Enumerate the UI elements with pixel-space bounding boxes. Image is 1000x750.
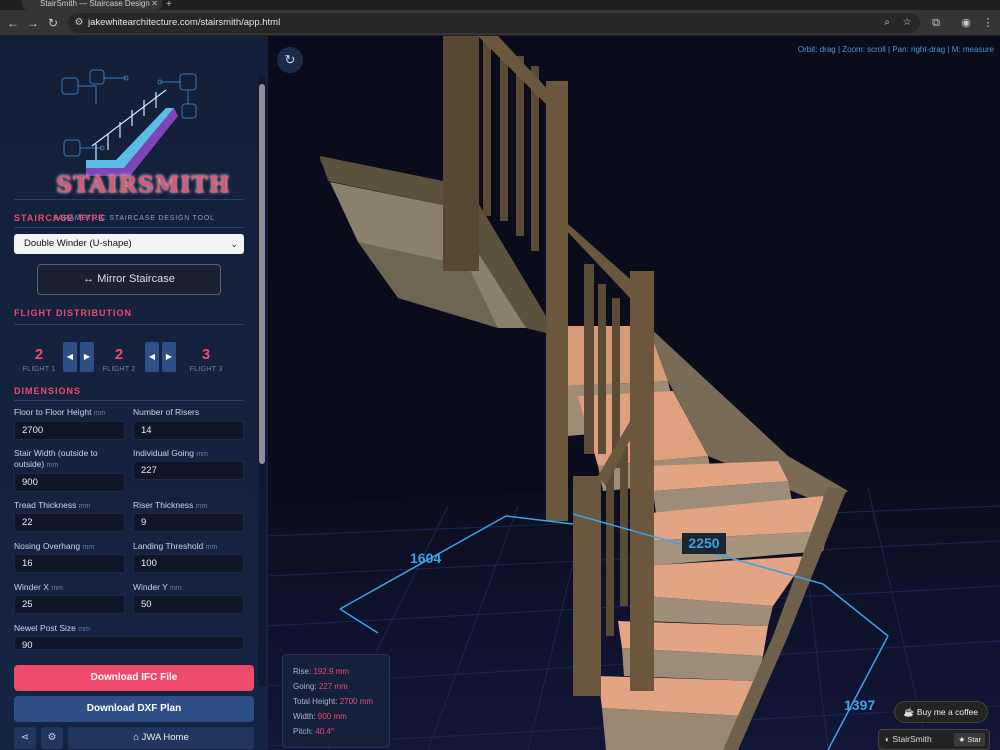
floor-to-floor-height-input[interactable]: 2700 [14, 421, 125, 440]
flight-2-count: 2 [114, 346, 124, 363]
newel-post-size-input[interactable]: 90 [14, 636, 244, 651]
profile-icon[interactable]: ◉ [958, 15, 974, 31]
field-label: Floor to Floor Height mm [14, 407, 106, 417]
controls-hint: Orbit: drag | Zoom: scroll | Pan: right-… [797, 45, 994, 54]
info-total-height: Total Height: 2700 mm [293, 697, 374, 706]
browser-toolbar: ← → ↻ ⚙ jakewhitearchitecture.com/stairs… [0, 10, 1000, 36]
divider [14, 227, 244, 228]
chevron-down-icon: ⌄ [230, 239, 238, 249]
extensions-icon[interactable]: ⧉ [928, 15, 944, 31]
github-button[interactable]: ◐ StairSmith ★ Star [878, 729, 990, 750]
field-label: Tread Thickness mm [14, 500, 91, 510]
info-going: Going: 227 mm [293, 682, 348, 691]
winder-x-input[interactable]: 25 [14, 595, 125, 614]
divider [14, 400, 244, 401]
jwa-home-button[interactable]: ⌂ JWA Home [68, 727, 254, 749]
url-text: jakewhitearchitecture.com/stairsmith/app… [88, 17, 281, 28]
flight-left-arrow-button[interactable]: ◀ [145, 342, 159, 372]
field-label: Newel Post Size mm [14, 623, 90, 633]
info-rise: Rise: 192.9 mm [293, 667, 350, 676]
number-of-risers-input[interactable]: 14 [133, 421, 244, 440]
info-width: Width: 900 mm [293, 712, 347, 721]
winder-y-input[interactable]: 50 [133, 595, 244, 614]
flight-3-count: 3 [201, 346, 211, 363]
stair-info-panel: Rise: 192.9 mm Going: 227 mm Total Heigh… [282, 654, 390, 748]
field-label: Landing Threshold mm [133, 541, 218, 551]
flight-right-arrow-button[interactable]: ▶ [80, 342, 94, 372]
reload-icon[interactable]: ↻ [45, 15, 61, 31]
staircase-3d-render [268, 36, 1000, 750]
forward-icon[interactable]: → [25, 15, 41, 31]
mirror-staircase-button[interactable]: ↔ Mirror Staircase [37, 264, 221, 295]
browser-tab[interactable]: StairSmith — Staircase Design ✕ [22, 0, 162, 10]
back-icon[interactable]: ← [5, 15, 21, 31]
sidebar: STAIRSMITH PARAMETRIC STAIRCASE DESIGN T… [0, 36, 268, 750]
field-label: Winder Y mm [133, 582, 182, 592]
stair-width-input[interactable]: 900 [14, 473, 125, 492]
section-title-flight-distribution: FLIGHT DISTRIBUTION [14, 308, 132, 318]
field-label: Number of Risers [133, 407, 200, 417]
section-title-dimensions: DIMENSIONS [14, 386, 82, 396]
menu-icon[interactable]: ⋮ [980, 15, 996, 31]
tab-title: StairSmith — Staircase Design [40, 0, 150, 8]
download-ifc-button[interactable]: Download IFC File [14, 665, 254, 691]
tread-thickness-input[interactable]: 22 [14, 513, 125, 532]
nosing-overhang-input[interactable]: 16 [14, 554, 125, 573]
info-pitch: Pitch: 40.4° [293, 727, 335, 736]
sidebar-scrollbar[interactable] [258, 76, 266, 686]
download-dxf-button[interactable]: Download DXF Plan [14, 696, 254, 722]
share-icon[interactable]: ⋖ [14, 727, 36, 749]
browser-tab-strip: StairSmith — Staircase Design ✕ + [0, 0, 1000, 10]
staircase-type-select[interactable]: Double Winder (U-shape) ⌄ [14, 234, 244, 254]
github-star-button[interactable]: ★ Star [954, 733, 985, 746]
dimension-label-right: 1397 [844, 697, 876, 713]
buy-me-a-coffee-button[interactable]: ☕ Buy me a coffee [894, 701, 988, 723]
settings-icon[interactable]: ⚙ [41, 727, 63, 749]
logo-wordmark: STAIRSMITH [56, 172, 231, 198]
flight-right-arrow-button[interactable]: ▶ [162, 342, 176, 372]
flight-2-label: FLIGHT 2 [102, 364, 136, 373]
github-icon: ◐ [885, 734, 891, 744]
field-label: Nosing Overhang mm [14, 541, 95, 551]
divider [14, 199, 244, 200]
riser-thickness-input[interactable]: 9 [133, 513, 244, 532]
individual-going-input[interactable]: 227 [133, 461, 244, 480]
field-label: Winder X mm [14, 582, 64, 592]
dimension-label-left: 1604 [410, 550, 442, 566]
field-label: Riser Thickness mm [133, 500, 208, 510]
field-label: Individual Going mm [133, 448, 209, 458]
3d-viewport[interactable]: ↻ Orbit: drag | Zoom: scroll | Pan: righ… [268, 36, 1000, 750]
scroll-thumb[interactable] [259, 84, 265, 464]
bookmark-star-icon[interactable]: ☆ [900, 16, 914, 30]
landing-threshold-input[interactable]: 100 [133, 554, 244, 573]
section-title-staircase-type: STAIRCASE TYPE [14, 213, 106, 223]
flight-1-count: 2 [34, 346, 44, 363]
zoom-icon[interactable]: ⌕ [880, 16, 894, 30]
dimension-label-center: 2250 [682, 533, 726, 554]
flight-1-label: FLIGHT 1 [22, 364, 56, 373]
new-tab-icon[interactable]: + [166, 0, 172, 10]
close-tab-icon[interactable]: ✕ [151, 0, 158, 8]
staircase-type-value: Double Winder (U-shape) [24, 238, 132, 249]
divider [14, 324, 244, 325]
flight-left-arrow-button[interactable]: ◀ [63, 342, 77, 372]
address-bar[interactable]: ⚙ jakewhitearchitecture.com/stairsmith/a… [68, 13, 920, 33]
field-label: Stair Width (outside to outside) mm [14, 448, 98, 469]
reset-view-icon[interactable]: ↻ [277, 47, 303, 73]
site-info-icon[interactable]: ⚙ [72, 16, 86, 30]
flight-3-label: FLIGHT 3 [189, 364, 223, 373]
